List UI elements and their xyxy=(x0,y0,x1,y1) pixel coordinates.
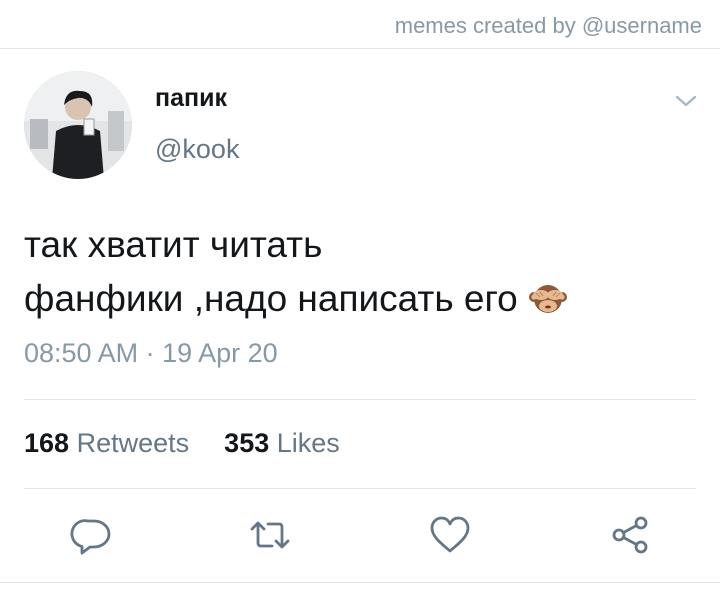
share-icon xyxy=(612,516,648,554)
avatar[interactable] xyxy=(24,71,132,179)
chevron-down-icon[interactable] xyxy=(674,92,698,110)
retweet-label[interactable]: Retweets xyxy=(77,428,190,458)
reply-button[interactable] xyxy=(69,513,113,557)
like-icon xyxy=(430,516,470,553)
tweet-timestamp[interactable]: 08:50 AM · 19 Apr 20 xyxy=(24,338,278,369)
see-no-evil-monkey-icon xyxy=(528,278,568,332)
tweet-text-content: фанфики ,надо написать его xyxy=(24,278,518,319)
divider xyxy=(24,399,696,400)
retweet-count[interactable]: 168 xyxy=(24,428,69,458)
like-label[interactable]: Likes xyxy=(277,428,340,458)
share-button[interactable] xyxy=(608,513,652,557)
tweet-text: так хватит читать фанфики ,надо написать… xyxy=(24,218,704,332)
retweet-icon xyxy=(250,521,290,549)
credit-text: memes created by @username xyxy=(394,13,702,38)
tweet-text-line: так хватит читать xyxy=(24,224,323,265)
reply-icon xyxy=(70,519,111,555)
like-count[interactable]: 353 xyxy=(224,428,269,458)
like-button[interactable] xyxy=(428,513,472,557)
tweet-text-line: фанфики ,надо написать его xyxy=(24,272,704,332)
retweet-button[interactable] xyxy=(248,513,292,557)
tweet-stats: 168 Retweets 353 Likes xyxy=(24,428,340,459)
display-name[interactable]: папик xyxy=(155,84,227,113)
top-bar: memes created by @username xyxy=(0,0,720,49)
divider xyxy=(24,488,696,489)
user-handle[interactable]: @kook xyxy=(155,134,239,165)
divider xyxy=(0,582,720,583)
